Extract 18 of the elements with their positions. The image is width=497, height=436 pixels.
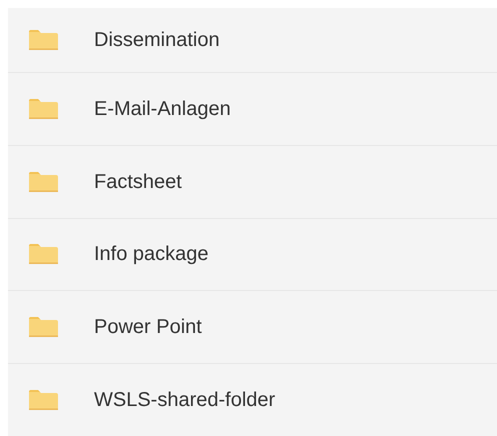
folder-row[interactable]: Info package — [8, 218, 497, 290]
folder-name: Power Point — [94, 315, 202, 340]
folder-name: E-Mail-Anlagen — [94, 96, 231, 122]
folder-icon — [28, 170, 59, 193]
folder-name: Info package — [94, 242, 209, 268]
folder-row[interactable]: Factsheet — [8, 144, 497, 218]
folder-name: WSLS-shared-folder — [94, 388, 276, 414]
folder-name: Dissemination — [94, 28, 220, 53]
folder-row[interactable]: Dissemination — [8, 8, 497, 72]
folder-row[interactable]: E-Mail-Anlagen — [8, 72, 497, 145]
folder-icon — [28, 98, 59, 120]
folder-name: Factsheet — [94, 170, 182, 195]
folder-row[interactable]: Power Point — [8, 290, 497, 364]
folder-icon — [28, 29, 59, 51]
folder-icon — [28, 316, 59, 338]
folder-icon — [28, 389, 59, 412]
folder-icon — [28, 243, 59, 266]
folder-row[interactable]: WSLS-shared-folder — [8, 363, 497, 436]
